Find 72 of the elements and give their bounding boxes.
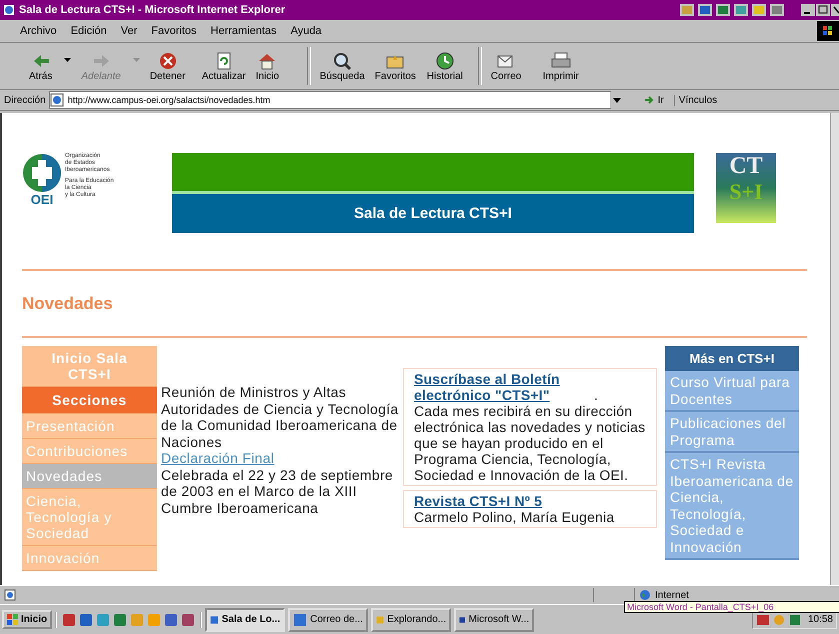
address-label: Dirección: [4, 94, 46, 106]
links-button[interactable]: Vínculos: [674, 94, 722, 106]
menu-item[interactable]: Ver: [120, 25, 138, 37]
menu-item[interactable]: Ayuda: [290, 25, 322, 37]
card-text: .: [594, 387, 598, 403]
window-title: Sala de Lectura CTS+I - Microsoft Internet Explorer: [19, 4, 286, 16]
minimize-icon[interactable]: [801, 4, 815, 16]
taskbar-button[interactable]: Microsoft W...: [454, 608, 534, 632]
page-heading: Novedades: [22, 292, 114, 314]
card-link[interactable]: Suscríbase al Boletín electrónico "CTS+I": [414, 371, 594, 403]
stop-button[interactable]: Detener: [144, 48, 197, 84]
print-icon: [550, 50, 572, 70]
maximize-icon[interactable]: [816, 4, 830, 16]
section-header: Más en CTS+I: [665, 346, 799, 371]
tooltip: Microsoft Word - Pantalla_CTS+I_06: [624, 601, 839, 613]
card-text: Carmelo Polino, María Eugenia: [414, 509, 616, 525]
logo-text: OEI: [30, 193, 54, 206]
section-header: Secciones: [22, 387, 157, 414]
app-icon[interactable]: [180, 612, 196, 628]
app-icon[interactable]: [751, 3, 767, 17]
menu-item[interactable]: Edición: [70, 25, 107, 37]
go-button[interactable]: Ir: [640, 94, 668, 106]
card-link[interactable]: Revista CTS+I Nº 5: [414, 493, 542, 509]
banner-title: Sala de Lectura CTS+I: [172, 194, 694, 233]
page-icon: [4, 589, 16, 601]
history-icon: [434, 50, 456, 70]
app-icon[interactable]: [112, 612, 128, 628]
globe-icon: [639, 589, 651, 601]
app-icon[interactable]: [769, 3, 785, 17]
refresh-button[interactable]: Actualizar: [196, 48, 251, 84]
back-button[interactable]: Atrás: [24, 48, 76, 84]
scrollbar[interactable]: [830, 113, 839, 585]
app-icon[interactable]: [679, 3, 695, 17]
address-field[interactable]: http://www.campus-oei.org/salactsi/novedades.htm: [48, 91, 611, 109]
menu-item[interactable]: Favoritos: [151, 25, 197, 37]
app-icon[interactable]: [733, 3, 749, 17]
browser-icon: [3, 4, 15, 16]
cts-logo: CT S+I: [716, 153, 776, 223]
news-text: Reunión de Ministros y Altas Autoridades de Ciencia y Tecnología de la Comunidad Iberoamericana de Naciones: [161, 384, 399, 450]
logo-emblem-icon: [22, 153, 62, 193]
app-icon[interactable]: [697, 3, 713, 17]
menu-item[interactable]: Herramientas: [210, 25, 277, 37]
windows-logo-icon: [817, 21, 839, 41]
close-icon[interactable]: [831, 4, 839, 16]
page-icon: [50, 93, 64, 107]
taskbar-button[interactable]: Explorando...: [371, 608, 452, 632]
go-arrow-icon: [644, 94, 656, 106]
mail-button[interactable]: Correo: [486, 48, 538, 84]
card-text: Cada mes recibirá en su dirección electrónica las novedades y noticias que se hayan producido en el Programa Ciencia, Tecnología, Sociedad e Innovación de la OEI.: [414, 403, 646, 483]
zone-label: Internet: [655, 590, 689, 600]
app-icon[interactable]: [715, 3, 731, 17]
start-button[interactable]: Inicio: [2, 610, 52, 629]
tray-icon: [756, 612, 770, 626]
search-button[interactable]: Búsqueda: [314, 48, 370, 84]
clock: 10:58: [808, 614, 833, 625]
favorites-button[interactable]: Favoritos: [370, 48, 422, 84]
home-button[interactable]: Inicio: [250, 48, 303, 84]
app-icon[interactable]: [61, 612, 78, 628]
tray-icon: [788, 612, 802, 626]
search-icon: [331, 50, 354, 70]
app-icon[interactable]: [78, 612, 94, 628]
history-button[interactable]: Historial: [422, 48, 474, 84]
menu-item[interactable]: Archivo: [20, 25, 57, 37]
print-button[interactable]: Imprimir: [538, 48, 590, 84]
taskbar-button[interactable]: Correo de...: [288, 608, 368, 632]
tray-icon: [772, 612, 786, 626]
dropdown-arrow-icon[interactable]: [64, 58, 72, 62]
windows-logo-icon: [7, 614, 19, 625]
news-text: Celebrada el 22 y 23 de septiembre de 2003 en el Marco de la XIII Cumbre Iberoamericana: [161, 466, 394, 516]
taskbar-button[interactable]: Sala de Lo...: [205, 608, 286, 632]
app-icon: [293, 612, 308, 626]
app-icon[interactable]: [163, 612, 180, 628]
